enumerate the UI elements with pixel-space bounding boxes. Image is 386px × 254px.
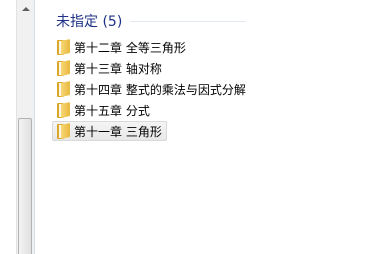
scroll-up-arrow-icon [21,7,30,11]
explorer-window: 未指定 (5) 第十二章 全等三角形 第十三章 轴对称 第十四章 整式的乘法与因… [0,0,386,254]
navigation-scrollbar[interactable] [16,0,34,254]
folder-item-label: 第十一章 三角形 [74,124,162,139]
folder-item[interactable]: 第十四章 整式的乘法与因式分解 [52,79,251,99]
folder-item-label: 第十二章 全等三角形 [74,40,186,55]
folder-item[interactable]: 第十三章 轴对称 [52,58,167,78]
folder-icon [56,80,70,97]
navigation-pane [0,0,34,254]
group-separator-line [130,20,246,22]
folder-item[interactable]: 第十二章 全等三角形 [52,37,191,57]
group-title: 未指定 (5) [56,14,123,30]
scroll-thumb[interactable] [18,118,32,254]
group-header-unspecified[interactable]: 未指定 (5) [56,11,246,31]
folder-item-label: 第十三章 轴对称 [74,61,162,76]
folder-item-selected[interactable]: 第十一章 三角形 [52,121,167,141]
folder-icon [56,59,70,76]
folder-item-label: 第十五章 分式 [74,103,150,118]
pane-divider[interactable] [34,0,35,254]
folder-icon [56,38,70,55]
folder-icon [56,101,70,118]
folder-item[interactable]: 第十五章 分式 [52,100,155,120]
folder-item-label: 第十四章 整式的乘法与因式分解 [74,82,246,97]
scroll-up-button[interactable] [17,0,34,18]
folder-icon [56,122,70,139]
